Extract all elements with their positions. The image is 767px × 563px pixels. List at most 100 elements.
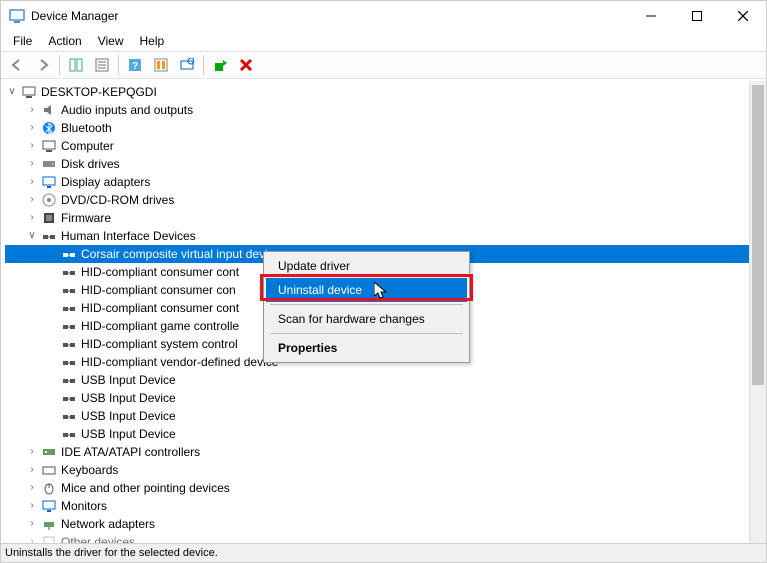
expand-icon[interactable]: › bbox=[25, 191, 39, 209]
category-label: Display adapters bbox=[61, 173, 150, 191]
action-button[interactable] bbox=[149, 53, 173, 77]
expand-icon[interactable]: › bbox=[25, 209, 39, 227]
tree-category[interactable]: ›Network adapters bbox=[5, 515, 766, 533]
category-label: Firmware bbox=[61, 209, 111, 227]
hid-icon bbox=[61, 318, 77, 334]
vertical-scrollbar[interactable] bbox=[749, 81, 766, 543]
close-button[interactable] bbox=[720, 1, 766, 31]
forward-button[interactable] bbox=[31, 53, 55, 77]
ide-icon bbox=[41, 444, 57, 460]
keyboard-icon bbox=[41, 462, 57, 478]
hid-icon bbox=[61, 426, 77, 442]
properties-button[interactable] bbox=[90, 53, 114, 77]
device-label: USB Input Device bbox=[81, 371, 176, 389]
other-icon bbox=[41, 534, 57, 543]
menu-help[interactable]: Help bbox=[132, 32, 173, 50]
monitor-icon bbox=[41, 498, 57, 514]
help-button[interactable]: ? bbox=[123, 53, 147, 77]
tree-category-expanded[interactable]: ∨Human Interface Devices bbox=[5, 227, 766, 245]
tree-category[interactable]: › Mice and other pointing devices bbox=[5, 479, 766, 497]
expand-icon[interactable]: › bbox=[25, 497, 39, 515]
speaker-icon bbox=[41, 102, 57, 118]
svg-text:?: ? bbox=[132, 61, 138, 72]
context-item-scan-hardware[interactable]: Scan for hardware changes bbox=[266, 307, 467, 331]
maximize-button[interactable] bbox=[674, 1, 720, 31]
update-driver-button[interactable] bbox=[208, 53, 232, 77]
context-item-uninstall-device[interactable]: Uninstall device bbox=[266, 278, 467, 302]
device-label: HID-compliant system control bbox=[81, 335, 238, 353]
context-separator bbox=[270, 304, 463, 305]
expand-icon[interactable]: › bbox=[25, 155, 39, 173]
collapse-icon[interactable]: ∨ bbox=[25, 227, 39, 245]
category-label: DVD/CD-ROM drives bbox=[61, 191, 174, 209]
context-item-update-driver[interactable]: Update driver bbox=[266, 254, 467, 278]
expand-icon[interactable]: › bbox=[25, 119, 39, 137]
scroll-thumb[interactable] bbox=[752, 85, 764, 385]
menu-action[interactable]: Action bbox=[40, 32, 89, 50]
tree-device[interactable]: ·USB Input Device bbox=[5, 407, 766, 425]
tree-category[interactable]: ›Other devices bbox=[5, 533, 766, 543]
category-label: Mice and other pointing devices bbox=[61, 479, 230, 497]
hid-icon bbox=[61, 264, 77, 280]
back-button[interactable] bbox=[5, 53, 29, 77]
tree-category[interactable]: › Audio inputs and outputs bbox=[5, 101, 766, 119]
uninstall-button[interactable] bbox=[234, 53, 258, 77]
context-separator bbox=[270, 333, 463, 334]
tree-category[interactable]: › IDE ATA/ATAPI controllers bbox=[5, 443, 766, 461]
network-icon bbox=[41, 516, 57, 532]
toolbar-separator bbox=[203, 55, 204, 75]
tree-root[interactable]: ∨ DESKTOP-KEPQGDI bbox=[5, 83, 766, 101]
expand-icon[interactable]: › bbox=[25, 461, 39, 479]
hid-icon bbox=[61, 336, 77, 352]
hid-icon bbox=[41, 228, 57, 244]
tree-device[interactable]: ·USB Input Device bbox=[5, 371, 766, 389]
expand-icon[interactable]: › bbox=[25, 443, 39, 461]
hid-icon bbox=[61, 354, 77, 370]
device-label: HID-compliant game controlle bbox=[81, 317, 239, 335]
tree-category[interactable]: › Monitors bbox=[5, 497, 766, 515]
hid-icon bbox=[61, 300, 77, 316]
app-icon bbox=[9, 8, 25, 24]
tree-category[interactable]: › Display adapters bbox=[5, 173, 766, 191]
expand-icon[interactable]: › bbox=[25, 173, 39, 191]
category-label: IDE ATA/ATAPI controllers bbox=[61, 443, 200, 461]
expand-icon[interactable]: › bbox=[25, 479, 39, 497]
hid-icon bbox=[61, 282, 77, 298]
device-label: HID-compliant consumer cont bbox=[81, 299, 239, 317]
menu-file[interactable]: File bbox=[5, 32, 40, 50]
menu-view[interactable]: View bbox=[90, 32, 132, 50]
tree-category[interactable]: ›Disk drives bbox=[5, 155, 766, 173]
expand-icon[interactable]: › bbox=[25, 101, 39, 119]
tree-category[interactable]: › Firmware bbox=[5, 209, 766, 227]
tree-category[interactable]: ›Bluetooth bbox=[5, 119, 766, 137]
category-label: Monitors bbox=[61, 497, 107, 515]
category-label: Computer bbox=[61, 137, 114, 155]
device-label: HID-compliant consumer con bbox=[81, 281, 236, 299]
status-bar: Uninstalls the driver for the selected d… bbox=[1, 543, 766, 562]
expand-icon[interactable]: › bbox=[25, 137, 39, 155]
device-label: HID-compliant consumer cont bbox=[81, 263, 239, 281]
tree-device[interactable]: ·USB Input Device bbox=[5, 389, 766, 407]
scan-hardware-button[interactable] bbox=[175, 53, 199, 77]
category-label: Keyboards bbox=[61, 461, 118, 479]
tree-category[interactable]: › Computer bbox=[5, 137, 766, 155]
bluetooth-icon bbox=[41, 120, 57, 136]
context-item-properties[interactable]: Properties bbox=[266, 336, 467, 360]
window-controls bbox=[628, 1, 766, 31]
computer-icon bbox=[21, 84, 37, 100]
expand-icon[interactable]: › bbox=[25, 533, 39, 543]
tree-device[interactable]: ·USB Input Device bbox=[5, 425, 766, 443]
toolbar: ? bbox=[1, 51, 766, 79]
hid-icon bbox=[61, 246, 77, 262]
tree-category[interactable]: › DVD/CD-ROM drives bbox=[5, 191, 766, 209]
device-label: USB Input Device bbox=[81, 425, 176, 443]
dvd-icon bbox=[41, 192, 57, 208]
tree-category[interactable]: › Keyboards bbox=[5, 461, 766, 479]
show-hide-console-button[interactable] bbox=[64, 53, 88, 77]
collapse-icon[interactable]: ∨ bbox=[5, 83, 19, 101]
category-label: Audio inputs and outputs bbox=[61, 101, 193, 119]
expand-icon[interactable]: › bbox=[25, 515, 39, 533]
window-title: Device Manager bbox=[31, 9, 118, 23]
minimize-button[interactable] bbox=[628, 1, 674, 31]
disk-icon bbox=[41, 156, 57, 172]
